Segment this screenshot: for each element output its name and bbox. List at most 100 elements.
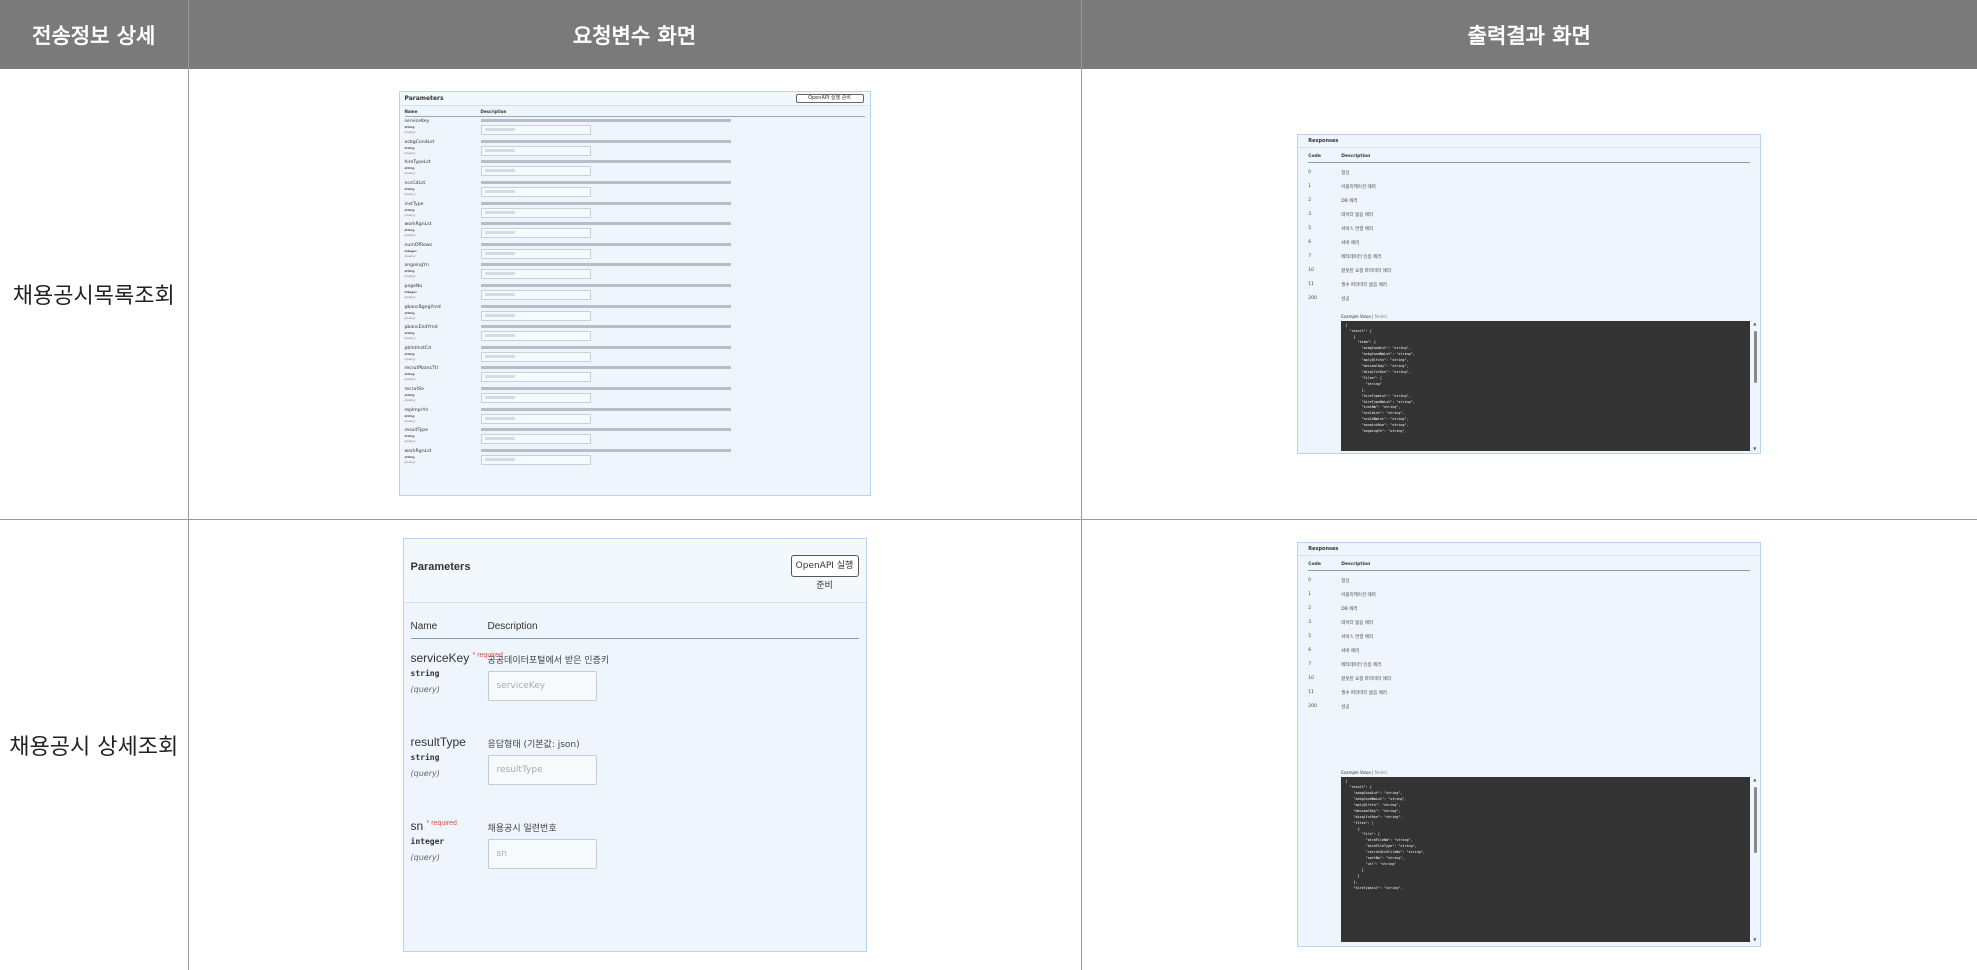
param-description — [480, 160, 731, 164]
param-input[interactable] — [480, 228, 591, 239]
response-description: 잘못된 요청 파라미터 에러 — [1341, 677, 1392, 683]
param-input[interactable] — [480, 269, 591, 280]
example-value-tab[interactable]: Example Value — [1341, 770, 1371, 775]
response-code: 5 — [1308, 225, 1312, 231]
param-name: hireTypeLst — [404, 160, 431, 166]
param-type: string — [404, 125, 415, 130]
param-input[interactable] — [480, 434, 591, 445]
response-description: DB 에러 — [1341, 607, 1358, 613]
scroll-up-icon[interactable]: ▲ — [1753, 321, 1756, 326]
response-description: 성공 — [1341, 296, 1350, 302]
param-description — [480, 263, 731, 267]
example-value-tab[interactable]: Example Value — [1341, 314, 1371, 319]
parameters-panel: Parameters OpenAPI 실행 준비 Name Descriptio… — [402, 537, 867, 952]
table-header-row: 전송정보 상세 요청변수 화면 출력결과 화면 — [0, 0, 1977, 69]
code-scrollbar[interactable]: ▲ ▼ — [1753, 321, 1758, 451]
header-transfer-detail: 전송정보 상세 — [0, 0, 189, 69]
servicekey-input[interactable]: serviceKey — [487, 670, 597, 701]
param-location: (query) — [404, 439, 416, 444]
example-model-tabs: Example Value | Model — [1341, 313, 1387, 319]
response-code-row: 2 DB 에러 — [1308, 603, 1750, 616]
model-tab[interactable]: Model — [1375, 314, 1387, 319]
openapi-run-button[interactable]: OpenAPI 실행 준비 — [795, 94, 864, 104]
column-code: Code — [1308, 153, 1321, 159]
param-input[interactable] — [480, 331, 591, 342]
responses-header: Responses — [1298, 135, 1761, 148]
param-description — [480, 325, 731, 329]
param-input[interactable] — [480, 207, 591, 218]
response-description: 잘못된 요청 파라미터 에러 — [1341, 268, 1392, 274]
param-description — [480, 284, 731, 287]
param-input[interactable] — [480, 166, 591, 177]
parameter-row: ongoingYn string (query) — [405, 261, 865, 282]
param-input[interactable] — [480, 310, 591, 321]
scroll-down-icon[interactable]: ▼ — [1753, 937, 1756, 942]
column-description: Description — [480, 109, 507, 115]
param-input[interactable] — [480, 187, 591, 198]
output-result-cell: Responses Code Description 0 정상 1 어플리케이션 에러 2 DB… — [1081, 69, 1977, 520]
header-request-params-screen: 요청변수 화면 — [188, 0, 1082, 69]
scroll-up-icon[interactable]: ▲ — [1753, 777, 1756, 782]
param-input[interactable] — [480, 454, 591, 465]
resulttype-input[interactable]: resultType — [487, 754, 597, 785]
param-type: string — [404, 331, 415, 336]
param-location: (query) — [404, 150, 416, 155]
response-code-row: 3 데이터 없음 에러 — [1308, 617, 1750, 630]
parameters-title: Parameters — [410, 560, 471, 573]
response-code: 11 — [1308, 281, 1314, 287]
response-code-row: 3 데이터 없음 에러 — [1308, 209, 1750, 222]
response-code-row: 7 메타데이터 인증 에러 — [1308, 251, 1750, 264]
parameter-row: replmprYn string (query) — [405, 406, 865, 427]
response-code: 7 — [1308, 662, 1312, 668]
param-input[interactable] — [480, 413, 591, 424]
code-scrollbar[interactable]: ▲ ▼ — [1753, 777, 1758, 942]
param-location: (query) — [404, 315, 416, 320]
model-tab[interactable]: Model — [1375, 770, 1387, 775]
parameter-row: pblntInstCd string (query) — [405, 344, 865, 365]
response-code-row: 0 정상 — [1308, 575, 1750, 588]
param-input[interactable] — [480, 351, 591, 362]
param-location: (query) — [404, 397, 416, 402]
parameter-row-servicekey: serviceKey * required string (query) 공공데… — [411, 651, 859, 731]
param-input[interactable] — [480, 248, 591, 259]
scrollbar-thumb[interactable] — [1754, 787, 1758, 854]
response-code: 7 — [1308, 253, 1312, 259]
responses-title: Responses — [1308, 546, 1339, 553]
param-location: (query) — [410, 684, 440, 694]
parameter-row: recrutPbancTtl string (query) — [405, 364, 865, 385]
param-input[interactable] — [480, 392, 591, 403]
param-description — [480, 448, 731, 452]
response-description: 메타데이터 인증 에러 — [1341, 663, 1382, 669]
column-code: Code — [1308, 562, 1321, 568]
required-badge: * required — [426, 819, 457, 827]
response-code: 3 — [1308, 211, 1312, 217]
param-input[interactable] — [480, 372, 591, 383]
parameter-row: recrutSe string (query) — [405, 385, 865, 406]
param-name: replmprYn — [404, 407, 429, 413]
parameter-row: pageNo integer (query) — [405, 282, 865, 303]
response-description: 데이터 없음 에러 — [1341, 212, 1374, 218]
sn-input[interactable]: sn — [487, 838, 597, 869]
response-code: 200 — [1308, 295, 1317, 301]
param-input[interactable] — [480, 145, 591, 156]
param-type: integer — [404, 290, 417, 294]
parameter-row: numOfRows integer (query) — [405, 241, 865, 262]
response-code: 1 — [1308, 183, 1312, 189]
param-type: string — [410, 668, 440, 678]
param-location: (query) — [404, 171, 416, 176]
param-input[interactable] — [480, 125, 591, 136]
parameter-row: pbancEndYmd string (query) — [405, 323, 865, 344]
parameter-list: serviceKey string (query) acbgCondLst string… — [400, 117, 870, 467]
response-code-row: 5 서비스 연결 에러 — [1308, 631, 1750, 644]
param-description — [480, 181, 731, 185]
scrollbar-thumb[interactable] — [1754, 330, 1758, 383]
scroll-down-icon[interactable]: ▼ — [1753, 446, 1756, 451]
openapi-run-button[interactable]: OpenAPI 실행 준비 — [790, 554, 859, 591]
table-row: 채용공시목록조회 Parameters OpenAPI 실행 준비 Name D… — [0, 69, 1977, 520]
response-code-row: 6 서버 에러 — [1308, 237, 1750, 250]
param-type: string — [404, 413, 415, 418]
param-input[interactable] — [480, 290, 591, 300]
param-name: recrutPbancTtl — [404, 366, 439, 372]
param-name: pageNo — [404, 284, 423, 289]
column-description: Description — [1341, 562, 1371, 568]
